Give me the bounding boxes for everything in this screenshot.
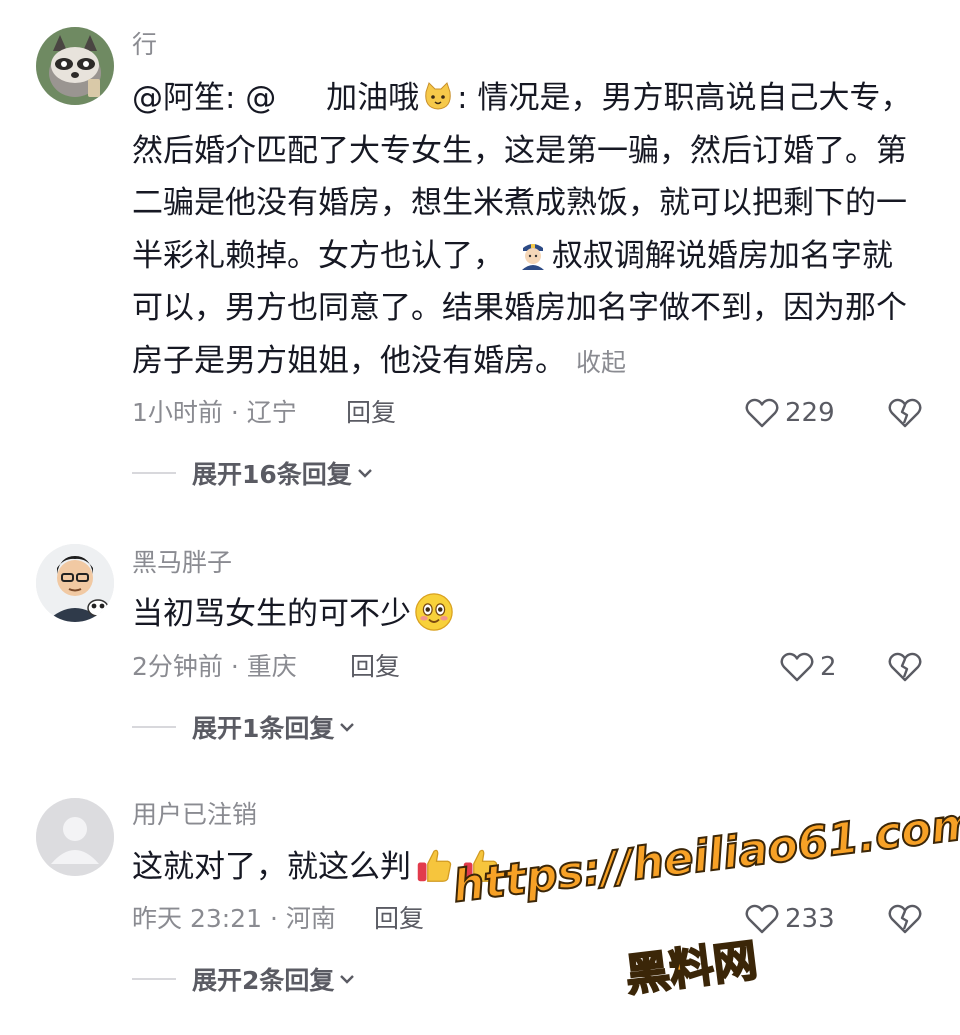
expand-replies-button[interactable]: 展开2条回复 xyxy=(132,962,356,996)
username[interactable]: 用户已注销 xyxy=(132,800,257,830)
thumbs-up-emoji-icon xyxy=(460,845,500,885)
heart-icon xyxy=(745,904,779,934)
reply-button[interactable]: 回复 xyxy=(374,904,424,934)
expand-label: 展开2条回复 xyxy=(192,966,335,995)
avatar[interactable] xyxy=(36,544,114,622)
dislike-button[interactable] xyxy=(888,902,922,936)
username[interactable]: 黑马胖子 xyxy=(132,548,232,578)
comment-body: 这就对了，就这么判 xyxy=(132,849,411,885)
divider-line xyxy=(132,472,176,474)
heart-icon xyxy=(745,398,779,428)
comment-meta: 1小时前 · 辽宁 xyxy=(132,398,297,427)
comment-text: 当初骂女生的可不少 xyxy=(132,588,922,641)
like-button[interactable]: 229 xyxy=(745,395,835,431)
avatar[interactable] xyxy=(36,798,114,876)
mention-name[interactable]: 加油哦 xyxy=(326,80,419,116)
avatar[interactable] xyxy=(36,27,114,105)
dislike-button[interactable] xyxy=(888,650,922,684)
divider-line xyxy=(132,978,176,980)
like-button[interactable]: 233 xyxy=(745,901,835,937)
dislike-button[interactable] xyxy=(888,396,922,430)
comment-meta: 2分钟前 · 重庆 xyxy=(132,652,297,681)
smile-emoji-icon xyxy=(414,592,454,632)
broken-heart-icon xyxy=(888,652,922,682)
chevron-down-icon xyxy=(340,975,355,984)
comment-meta: 昨天 23:21 · 河南 xyxy=(132,904,336,933)
chevron-down-icon xyxy=(357,469,372,478)
police-officer-emoji-icon xyxy=(517,238,549,270)
thumbs-up-emoji-icon xyxy=(414,845,454,885)
like-count: 233 xyxy=(785,904,835,934)
raccoon-avatar-icon xyxy=(36,27,114,105)
broken-heart-icon xyxy=(888,904,922,934)
cat-emoji-icon xyxy=(422,80,454,112)
chevron-down-icon xyxy=(340,723,355,732)
like-button[interactable]: 2 xyxy=(780,649,837,685)
broken-heart-icon xyxy=(888,398,922,428)
heart-icon xyxy=(780,652,814,682)
mention-prefix[interactable]: @阿笙: @ xyxy=(132,80,276,116)
comment-text: 这就对了，就这么判 xyxy=(132,841,922,894)
default-user-avatar-icon xyxy=(36,798,114,876)
collapse-button[interactable]: 收起 xyxy=(576,348,626,377)
like-count: 2 xyxy=(820,652,837,682)
expand-label: 展开16条回复 xyxy=(192,460,352,489)
watermark-name: 黑料网 xyxy=(622,934,761,1003)
comment-text: @阿笙: @ 加油哦: 情况是，男方职高说自己大专，然后婚介匹配了大专女生，这是… xyxy=(132,72,922,389)
divider-line xyxy=(132,726,176,728)
expand-replies-button[interactable]: 展开16条回复 xyxy=(132,456,374,490)
expand-label: 展开1条回复 xyxy=(192,714,335,743)
expand-replies-button[interactable]: 展开1条回复 xyxy=(132,710,356,744)
username[interactable]: 行 xyxy=(132,30,157,60)
reply-button[interactable]: 回复 xyxy=(350,652,400,682)
comment-body: 当初骂女生的可不少 xyxy=(132,596,411,632)
like-count: 229 xyxy=(785,398,835,428)
cartoon-man-avatar-icon xyxy=(36,544,114,622)
reply-button[interactable]: 回复 xyxy=(346,398,396,428)
